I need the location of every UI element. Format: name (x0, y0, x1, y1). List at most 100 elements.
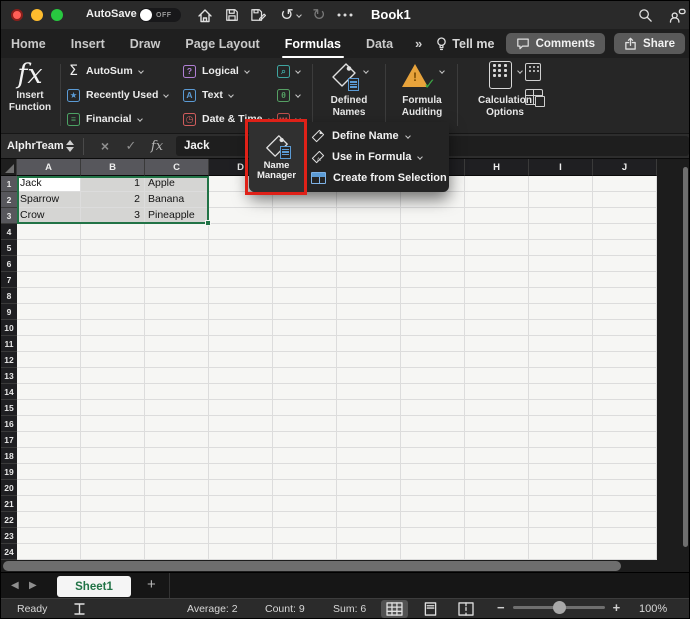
cell-D20[interactable] (209, 480, 273, 496)
cell-A8[interactable] (17, 288, 81, 304)
cell-F19[interactable] (337, 464, 401, 480)
cell-J11[interactable] (593, 336, 657, 352)
cell-C8[interactable] (145, 288, 209, 304)
row-header-5[interactable]: 5 (1, 240, 17, 256)
cell-G6[interactable] (401, 256, 465, 272)
cell-A5[interactable] (17, 240, 81, 256)
column-header-C[interactable]: C (145, 159, 209, 176)
cell-E14[interactable] (273, 384, 337, 400)
cell-A3[interactable]: Crow (17, 208, 81, 224)
cell-H21[interactable] (465, 496, 529, 512)
cell-A23[interactable] (17, 528, 81, 544)
menu-item-use-in-formula[interactable]: fx Use in Formula (304, 147, 449, 168)
cell-F6[interactable] (337, 256, 401, 272)
cell-G12[interactable] (401, 352, 465, 368)
cell-B18[interactable] (81, 448, 145, 464)
cell-A4[interactable] (17, 224, 81, 240)
cell-F3[interactable] (337, 208, 401, 224)
cell-B21[interactable] (81, 496, 145, 512)
cell-E24[interactable] (273, 544, 337, 560)
cell-H14[interactable] (465, 384, 529, 400)
row-header-6[interactable]: 6 (1, 256, 17, 272)
cell-J6[interactable] (593, 256, 657, 272)
cell-J14[interactable] (593, 384, 657, 400)
cell-D2[interactable] (209, 192, 273, 208)
autosum-button[interactable]: Σ AutoSum (67, 62, 168, 80)
cell-G9[interactable] (401, 304, 465, 320)
cell-C11[interactable] (145, 336, 209, 352)
row-header-15[interactable]: 15 (1, 400, 17, 416)
tab-draw[interactable]: Draw (130, 37, 161, 51)
lookup-reference-button[interactable]: ⌕ (277, 62, 300, 80)
cell-G3[interactable] (401, 208, 465, 224)
cell-A7[interactable] (17, 272, 81, 288)
add-sheet-icon[interactable]: + (147, 576, 156, 593)
cell-F4[interactable] (337, 224, 401, 240)
cell-C6[interactable] (145, 256, 209, 272)
cell-A10[interactable] (17, 320, 81, 336)
name-box-stepper[interactable] (63, 140, 77, 152)
cell-H1[interactable] (465, 176, 529, 192)
text-button[interactable]: A Text (183, 86, 273, 104)
more-commands-icon[interactable] (335, 6, 355, 24)
cell-D19[interactable] (209, 464, 273, 480)
cell-B8[interactable] (81, 288, 145, 304)
row-header-9[interactable]: 9 (1, 304, 17, 320)
page-layout-view-icon[interactable] (418, 600, 443, 618)
cell-A18[interactable] (17, 448, 81, 464)
cell-B15[interactable] (81, 400, 145, 416)
cell-B1[interactable]: 1 (81, 176, 145, 192)
cell-C9[interactable] (145, 304, 209, 320)
cell-E15[interactable] (273, 400, 337, 416)
cell-G19[interactable] (401, 464, 465, 480)
cell-I12[interactable] (529, 352, 593, 368)
cell-F17[interactable] (337, 432, 401, 448)
cell-F13[interactable] (337, 368, 401, 384)
cell-E8[interactable] (273, 288, 337, 304)
cell-J23[interactable] (593, 528, 657, 544)
cell-J1[interactable] (593, 176, 657, 192)
row-header-16[interactable]: 16 (1, 416, 17, 432)
cell-I17[interactable] (529, 432, 593, 448)
insert-function-button[interactable]: fx Insert Function (1, 60, 59, 132)
cell-E19[interactable] (273, 464, 337, 480)
horizontal-scrollbar[interactable] (3, 561, 621, 571)
minimize-icon[interactable] (31, 9, 43, 21)
cell-H5[interactable] (465, 240, 529, 256)
cell-C24[interactable] (145, 544, 209, 560)
cell-I5[interactable] (529, 240, 593, 256)
next-sheet-icon[interactable]: ▶ (29, 580, 37, 591)
cell-A11[interactable] (17, 336, 81, 352)
cell-C15[interactable] (145, 400, 209, 416)
cell-E17[interactable] (273, 432, 337, 448)
search-icon[interactable] (635, 6, 655, 24)
cell-I8[interactable] (529, 288, 593, 304)
cancel-icon[interactable]: × (92, 138, 118, 154)
cell-B13[interactable] (81, 368, 145, 384)
row-header-4[interactable]: 4 (1, 224, 17, 240)
undo-chevron-icon[interactable] (294, 6, 304, 24)
name-manager-item[interactable]: Name Manager (249, 122, 304, 192)
cell-F9[interactable] (337, 304, 401, 320)
cell-C5[interactable] (145, 240, 209, 256)
cell-F2[interactable] (337, 192, 401, 208)
cell-A19[interactable] (17, 464, 81, 480)
zoom-slider[interactable] (513, 606, 605, 609)
cell-J12[interactable] (593, 352, 657, 368)
cell-A17[interactable] (17, 432, 81, 448)
cell-A6[interactable] (17, 256, 81, 272)
share-button[interactable]: Share (614, 33, 685, 54)
cell-A16[interactable] (17, 416, 81, 432)
cell-F11[interactable] (337, 336, 401, 352)
cell-B10[interactable] (81, 320, 145, 336)
save-as-icon[interactable] (248, 6, 268, 24)
cell-C1[interactable]: Apple (145, 176, 209, 192)
cell-A21[interactable] (17, 496, 81, 512)
cell-A9[interactable] (17, 304, 81, 320)
cell-D11[interactable] (209, 336, 273, 352)
calculate-sheet-icon[interactable] (525, 89, 543, 105)
cell-C4[interactable] (145, 224, 209, 240)
cell-E11[interactable] (273, 336, 337, 352)
prev-sheet-icon[interactable]: ◀ (11, 580, 19, 591)
cell-J2[interactable] (593, 192, 657, 208)
